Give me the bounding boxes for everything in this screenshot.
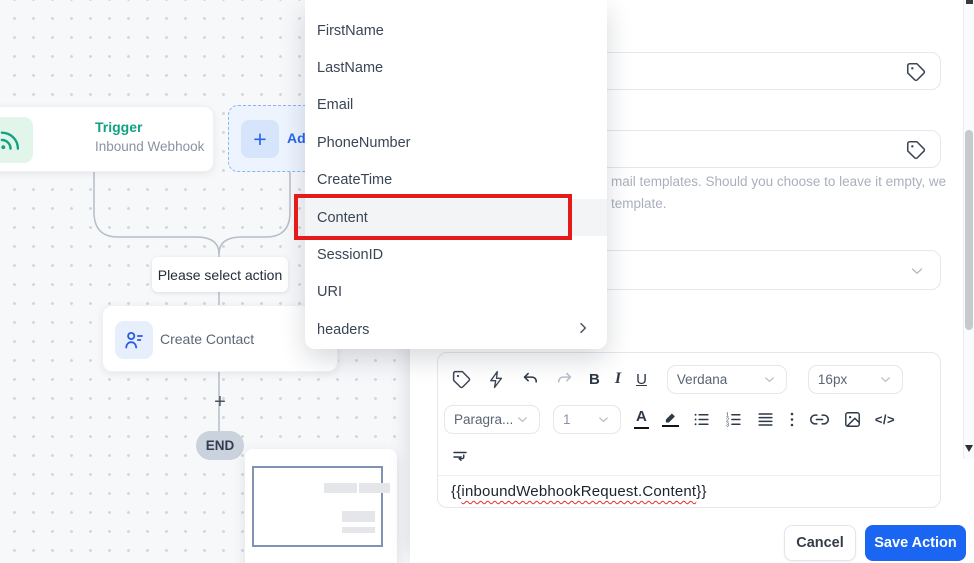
preview-bar xyxy=(342,511,375,522)
variable-dropdown-menu: FirstName LastName Email PhoneNumber Cre… xyxy=(305,0,607,349)
bold-button[interactable]: B xyxy=(589,371,600,388)
menu-item-headers[interactable]: headers xyxy=(305,311,607,348)
preview-bar xyxy=(324,483,357,493)
tag-icon[interactable] xyxy=(905,61,927,83)
highlight-color-bar xyxy=(661,424,679,428)
italic-button[interactable]: I xyxy=(615,370,621,388)
workflow-editor-screen: Trigger Inbound Webhook + Add Please sel… xyxy=(0,0,974,563)
preview-frame xyxy=(252,466,390,547)
menu-item-headers-label: headers xyxy=(317,321,370,338)
create-contact-node[interactable]: Create Contact xyxy=(102,305,338,372)
line-break-icon[interactable] xyxy=(451,448,469,466)
menu-item-firstname[interactable]: FirstName xyxy=(305,12,607,49)
more-options-icon[interactable] xyxy=(788,410,796,429)
editor-toolbar-row2: Paragra... 1 A 1 2 3 </> xyxy=(438,403,940,435)
scrollbar-down-arrow[interactable] xyxy=(965,445,973,452)
image-icon[interactable] xyxy=(843,410,862,429)
helper-text-line1: mail templates. Should you choose to lea… xyxy=(611,174,947,189)
tag-icon[interactable] xyxy=(905,139,927,161)
add-step-inline-button[interactable]: + xyxy=(209,391,231,413)
text-color-button[interactable]: A xyxy=(634,409,649,429)
editor-content-area[interactable]: {{inboundWebhookRequest.Content}} xyxy=(451,483,707,500)
lightning-icon[interactable] xyxy=(487,370,506,389)
code-view-button[interactable]: </> xyxy=(875,412,895,427)
trigger-node[interactable]: Trigger Inbound Webhook xyxy=(0,106,214,172)
variable-open-braces: {{ xyxy=(451,483,462,500)
chevron-down-icon xyxy=(908,262,926,280)
menu-item-email[interactable]: Email xyxy=(305,87,607,124)
menu-item-sessionid[interactable]: SessionID xyxy=(305,236,607,273)
menu-item-phonenumber[interactable]: PhoneNumber xyxy=(305,124,607,161)
editor-divider xyxy=(438,475,940,476)
trigger-subtitle: Inbound Webhook xyxy=(95,139,205,154)
contact-icon xyxy=(115,321,153,359)
menu-item-lastname[interactable]: LastName xyxy=(305,49,607,86)
align-justify-icon[interactable] xyxy=(756,410,775,429)
canvas-preview-card xyxy=(245,449,397,563)
font-family-select[interactable]: Verdana xyxy=(666,364,787,394)
paragraph-style-select[interactable]: Paragra... xyxy=(444,404,540,434)
preview-bar xyxy=(359,483,390,493)
variable-close-braces: }} xyxy=(696,483,707,500)
highlight-color-button[interactable] xyxy=(661,411,679,428)
save-action-button[interactable]: Save Action xyxy=(865,525,966,561)
select-action-label: Please select action xyxy=(152,257,288,292)
link-icon[interactable] xyxy=(809,409,830,430)
underline-button[interactable]: U xyxy=(636,371,647,388)
menu-item-uri[interactable]: URI xyxy=(305,274,607,311)
chevron-right-icon xyxy=(575,320,591,336)
end-badge: END xyxy=(196,431,244,460)
editor-toolbar-row1: B I U Verdana 16px xyxy=(438,363,940,395)
create-contact-label: Create Contact xyxy=(160,331,255,347)
content-highlight-box xyxy=(294,194,572,240)
cancel-button[interactable]: Cancel xyxy=(784,525,856,561)
bullet-list-icon[interactable] xyxy=(692,410,711,429)
numbered-list-icon[interactable]: 1 2 3 xyxy=(724,410,743,429)
rich-text-editor: B I U Verdana 16px Paragra... 1 A 1 2 3 … xyxy=(437,352,941,508)
scrollbar-thumb[interactable] xyxy=(965,130,973,330)
tag-icon[interactable] xyxy=(451,369,472,390)
editor-toolbar-row3 xyxy=(438,441,940,473)
plus-icon: + xyxy=(241,120,279,158)
font-size-select[interactable]: 16px xyxy=(807,364,903,394)
webhook-signal-icon xyxy=(0,117,33,163)
trigger-title: Trigger xyxy=(95,119,143,135)
preview-bar xyxy=(342,527,375,533)
helper-text-line2: template. xyxy=(611,196,667,211)
svg-text:3: 3 xyxy=(726,422,729,428)
undo-icon[interactable] xyxy=(521,370,540,389)
panel-scrollbar[interactable] xyxy=(963,0,974,459)
redo-icon[interactable] xyxy=(555,370,574,389)
variable-token: inboundWebhookRequest.Content xyxy=(461,483,697,500)
list-level-select[interactable]: 1 xyxy=(553,404,621,434)
scrollbar-up-arrow[interactable] xyxy=(966,0,973,4)
